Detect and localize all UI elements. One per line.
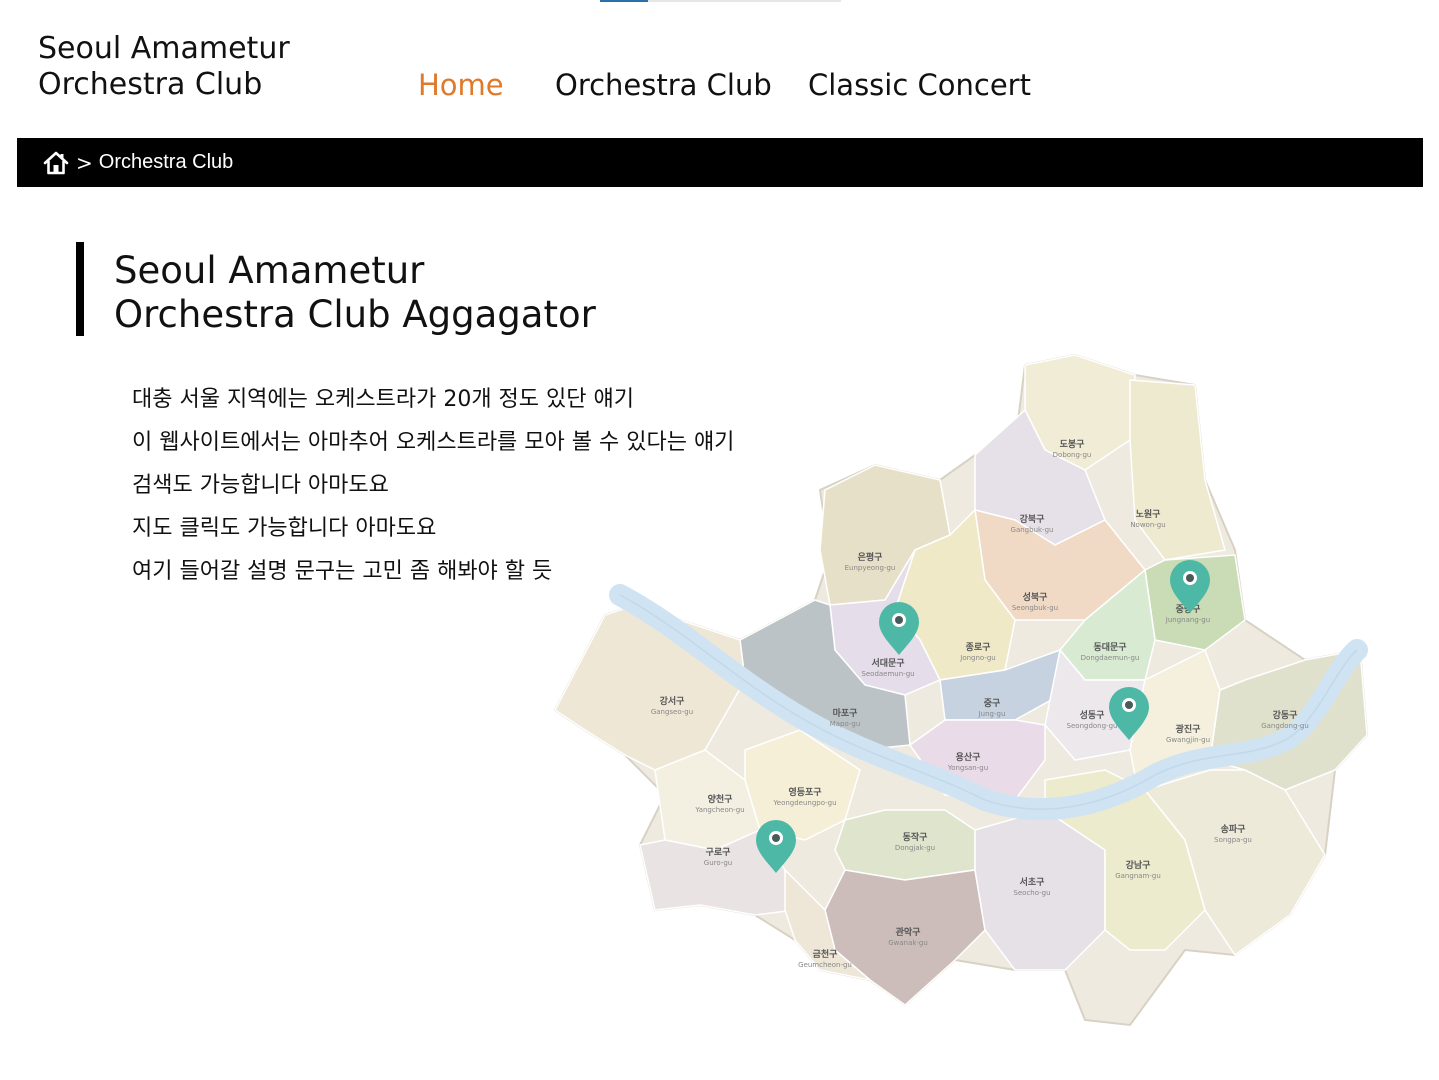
district-label-en: Gangnam-gu (1115, 872, 1161, 880)
section-title: Seoul Amametur Orchestra Club Aggagator (114, 249, 596, 337)
district-label: 서초구 (1020, 876, 1045, 888)
district-label: 영등포구 (788, 786, 821, 798)
district-label: 강남구 (1126, 859, 1151, 871)
logo-line-2: Orchestra Club (38, 67, 263, 102)
district-label: 금천구 (813, 949, 838, 960)
district-label-en: Yongsan-gu (947, 764, 988, 772)
district-label-en: Gwanak-gu (888, 939, 928, 947)
section-accent-bar (76, 242, 84, 336)
district-label: 노원구 (1136, 508, 1161, 520)
district-label: 도봉구 (1060, 439, 1085, 450)
district-label: 동작구 (903, 832, 928, 843)
section-title-line-1: Seoul Amametur (114, 249, 425, 292)
district-label: 종로구 (966, 642, 991, 653)
district-label-en: Seocho-gu (1013, 889, 1050, 897)
description-line-2: 이 웹사이트에서는 아마추어 오케스트라를 모아 볼 수 있다는 얘기 (132, 430, 735, 455)
description-line-4: 지도 클릭도 가능합니다 아마도요 (132, 516, 437, 541)
district-label-en: Guro-gu (704, 859, 732, 867)
district-label-en: Gwangjin-gu (1166, 736, 1210, 744)
section-title-line-2: Orchestra Club Aggagator (114, 293, 596, 336)
district-label: 중구 (984, 698, 1001, 709)
nav-home[interactable]: Home (418, 68, 504, 102)
district-label-en: Jung-gu (978, 710, 1006, 718)
district-label: 관악구 (896, 926, 921, 938)
district-label: 마포구 (833, 707, 858, 719)
district-label-en: Jungnang-gu (1165, 616, 1210, 624)
description: 대충 서울 지역에는 오케스트라가 20개 정도 있단 얘기 이 웹사이트에서는… (132, 378, 734, 593)
district-nowon[interactable] (1129, 379, 1226, 561)
scrollbar-thumb[interactable] (600, 0, 648, 2)
district-label-en: Seongbuk-gu (1012, 604, 1058, 612)
district-label: 서대문구 (871, 657, 904, 669)
site-logo[interactable]: Seoul Amametur Orchestra Club (38, 31, 290, 103)
district-label-en: Seongdong-gu (1067, 722, 1118, 730)
district-label: 강북구 (1020, 513, 1045, 525)
district-label-en: Seodaemun-gu (861, 670, 914, 678)
district-label: 성동구 (1080, 709, 1105, 721)
description-line-5: 여기 들어갈 설명 문구는 고민 좀 해봐야 할 듯 (132, 559, 553, 584)
district-label-en: Mapo-gu (830, 720, 861, 728)
district-label-en: Gangdong-gu (1261, 722, 1309, 730)
breadcrumb-separator: > (76, 150, 93, 175)
breadcrumb-current[interactable]: Orchestra Club (99, 151, 234, 174)
district-label-en: Jongno-gu (959, 654, 995, 662)
top-scrollbar[interactable] (600, 0, 841, 2)
district-label: 광진구 (1176, 723, 1201, 735)
district-label-en: Geumcheon-gu (798, 961, 852, 969)
district-label: 양천구 (708, 793, 733, 805)
breadcrumb: > Orchestra Club (17, 138, 1423, 187)
district-label-en: Dongjak-gu (895, 844, 935, 852)
district-label: 구로구 (706, 847, 731, 858)
district-label-en: Yangcheon-gu (694, 806, 744, 814)
district-label-en: Dobong-gu (1053, 451, 1092, 459)
district-label-en: Eunpyeong-gu (845, 564, 896, 572)
nav-orchestra-club[interactable]: Orchestra Club (555, 68, 772, 102)
logo-line-1: Seoul Amametur (38, 31, 290, 66)
district-label: 강동구 (1273, 709, 1298, 721)
district-label-en: Gangbuk-gu (1011, 526, 1054, 534)
district-label: 강서구 (660, 695, 685, 707)
description-line-3: 검색도 가능합니다 아마도요 (132, 473, 389, 498)
district-label-en: Dongdaemun-gu (1081, 654, 1140, 662)
district-label: 동대문구 (1093, 641, 1126, 653)
home-icon[interactable] (42, 150, 70, 176)
district-label-en: Gangseo-gu (651, 708, 693, 716)
district-label: 성북구 (1023, 591, 1048, 603)
district-label-en: Songpa-gu (1214, 836, 1252, 844)
district-label: 송파구 (1221, 823, 1246, 835)
nav-classic-concert[interactable]: Classic Concert (808, 68, 1031, 102)
description-line-1: 대충 서울 지역에는 오케스트라가 20개 정도 있단 얘기 (132, 387, 634, 412)
district-label-en: Nowon-gu (1130, 521, 1165, 529)
district-label: 용산구 (956, 751, 981, 763)
district-label-en: Yeongdeungpo-gu (772, 799, 836, 807)
district-label: 은평구 (858, 551, 883, 563)
